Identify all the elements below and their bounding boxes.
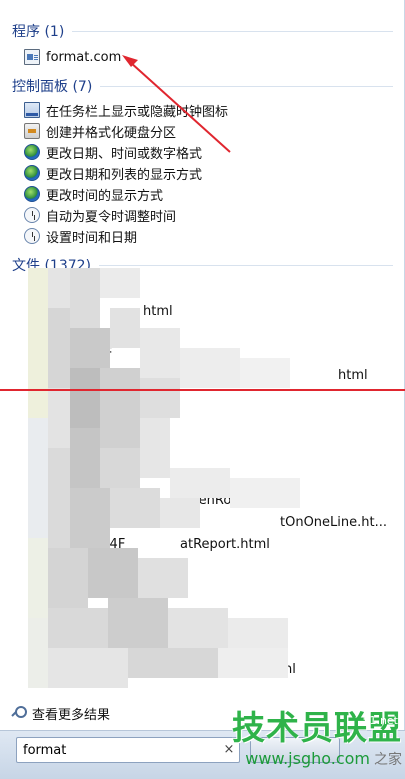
control-panel-item-label: 设置时间和日期: [46, 230, 138, 246]
control-panel-item-label: 更改日期和列表的显示方式: [46, 167, 203, 183]
clock-icon: [24, 228, 40, 244]
control-panel-item[interactable]: 设置时间和日期: [24, 226, 137, 246]
section-title-control-panel: 控制面板 (7): [12, 79, 93, 95]
control-panel-item[interactable]: 创建并格式化硬盘分区: [24, 121, 176, 141]
section-divider: [100, 85, 393, 87]
disk-icon: [24, 123, 40, 139]
section-divider: [72, 30, 393, 32]
program-item-label: format.com: [46, 49, 122, 65]
section-title-programs: 程序 (1): [12, 24, 65, 40]
program-item-format-com[interactable]: format.com: [24, 47, 121, 67]
search-icon: [12, 706, 27, 720]
watermark-corner-text: 51.net: [362, 714, 398, 727]
control-panel-item-label: 更改时间的显示方式: [46, 188, 164, 204]
redaction-mosaic: [28, 268, 328, 688]
clock-icon: [24, 207, 40, 223]
annotation-red-line: [0, 389, 405, 391]
section-header-control-panel: 控制面板 (7): [12, 76, 393, 96]
control-panel-item-label: 自动为夏令时调整时间: [46, 209, 177, 225]
globe-icon: [24, 186, 40, 202]
control-panel-item[interactable]: 更改日期、时间或数字格式: [24, 142, 202, 162]
see-more-results-link[interactable]: 查看更多结果: [12, 703, 110, 723]
watermark-url: www.jsgho.com 之家: [245, 749, 402, 768]
watermark: 51.net 技术员联盟 www.jsgho.com 之家: [170, 708, 402, 779]
section-header-programs: 程序 (1): [12, 21, 393, 41]
see-more-results-label: 查看更多结果: [32, 707, 111, 723]
control-panel-item-label: 在任务栏上显示或隐藏时钟图标: [46, 104, 229, 120]
control-panel-item-label: 创建并格式化硬盘分区: [46, 125, 177, 141]
control-panel-item[interactable]: 在任务栏上显示或隐藏时钟图标: [24, 100, 228, 120]
app-icon: [24, 49, 40, 65]
section-divider: [99, 264, 393, 266]
control-panel-item-label: 更改日期、时间或数字格式: [46, 146, 203, 162]
control-panel-item[interactable]: 更改日期和列表的显示方式: [24, 163, 202, 183]
globe-icon: [24, 144, 40, 160]
start-menu-search-results: 程序 (1) format.com 控制面板 (7) 在任务栏上显示或隐藏时钟图…: [0, 0, 405, 779]
control-panel-item[interactable]: 更改时间的显示方式: [24, 184, 163, 204]
control-panel-item[interactable]: 自动为夏令时调整时间: [24, 205, 176, 225]
file-item-label: html: [338, 367, 368, 383]
taskbar-icon: [24, 102, 40, 118]
globe-icon: [24, 165, 40, 181]
